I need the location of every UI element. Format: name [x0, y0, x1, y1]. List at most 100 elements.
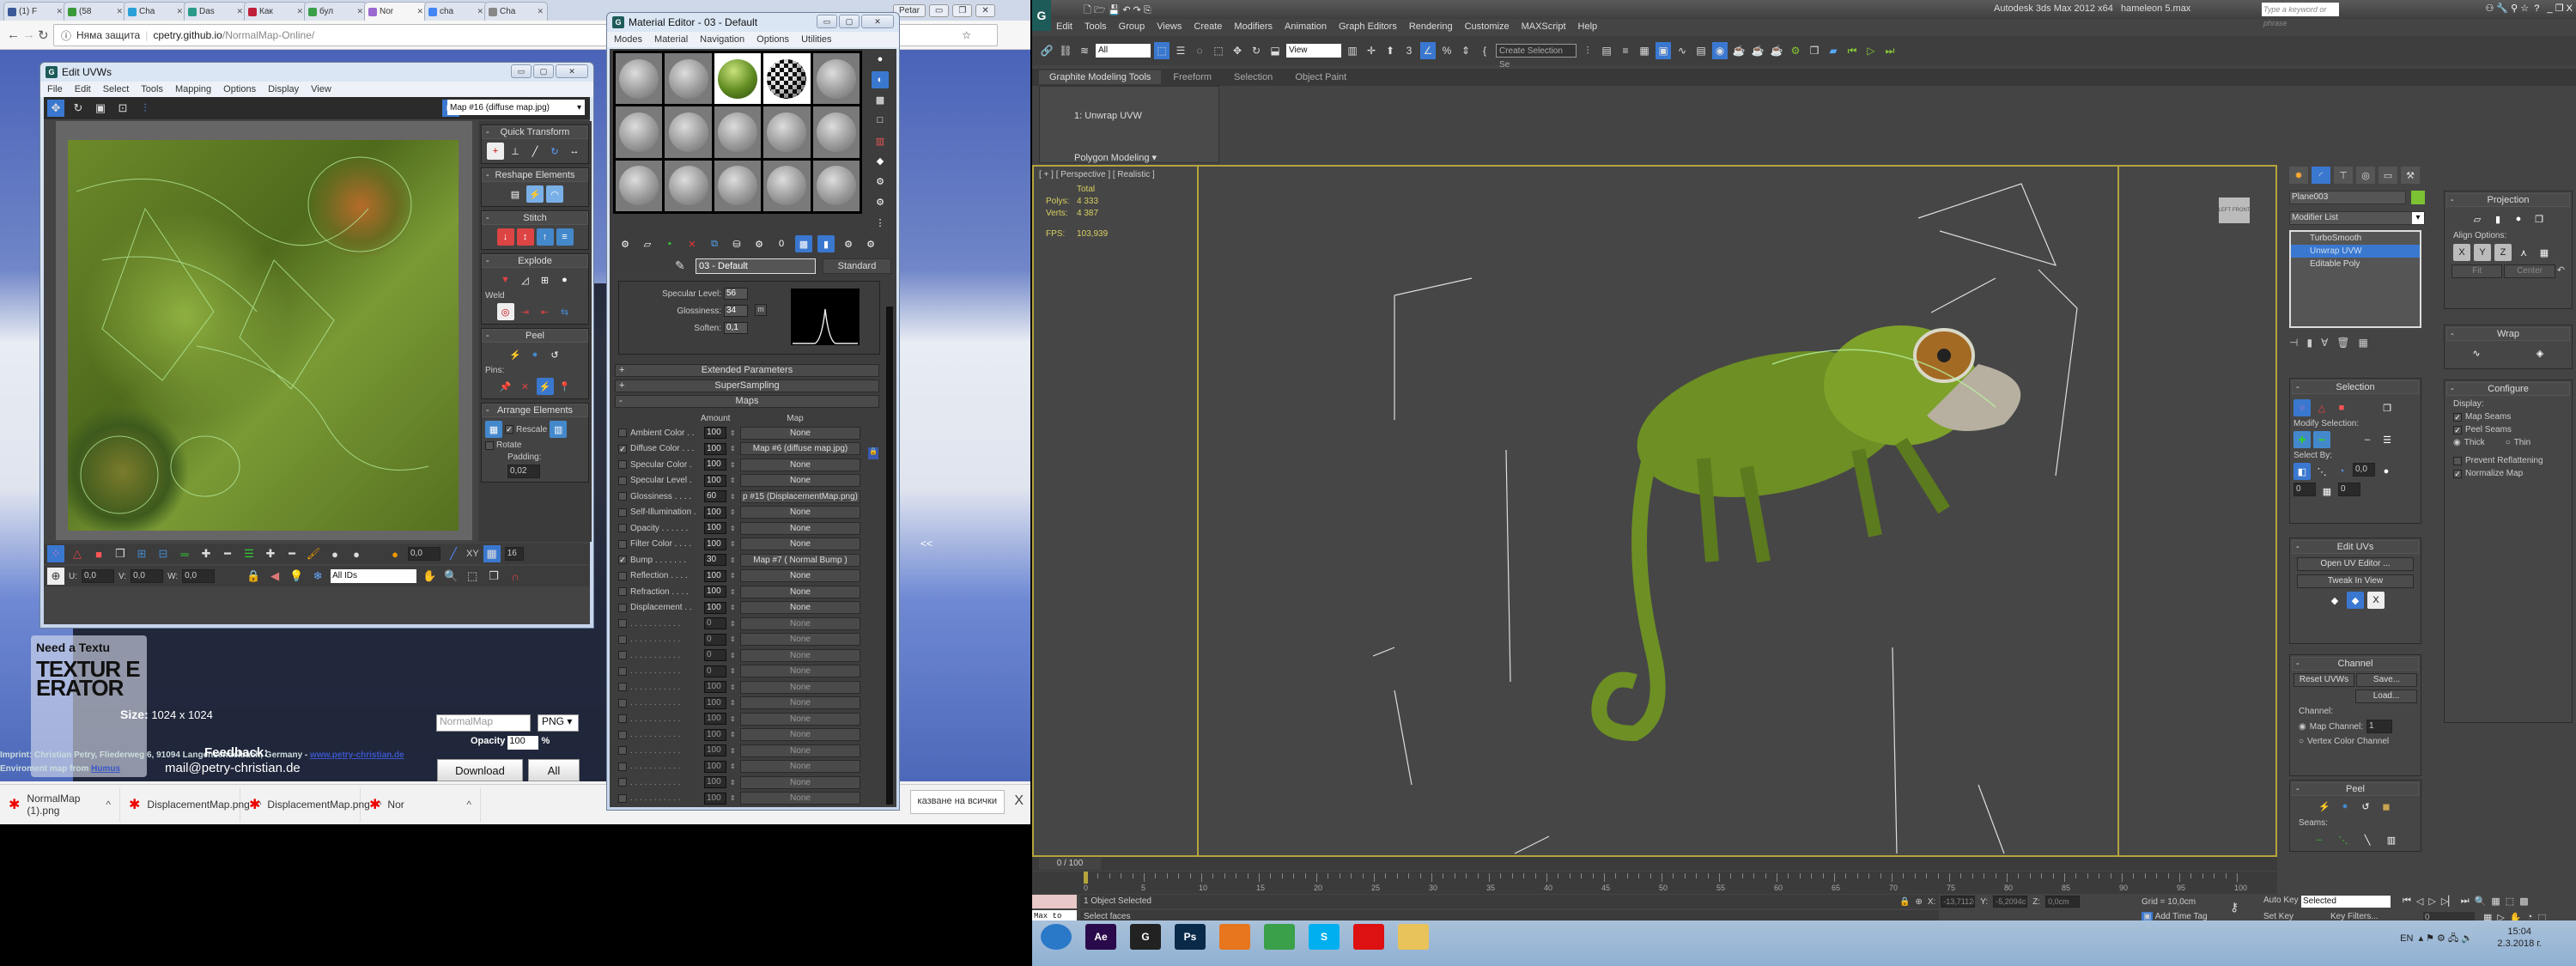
material-slot[interactable] — [616, 106, 663, 158]
face-mode-icon[interactable]: ■ — [90, 545, 107, 562]
map-enable-checkbox[interactable] — [618, 539, 627, 549]
infocenter-search[interactable]: Type a keyword or phrase — [2262, 3, 2339, 27]
prevent-reflattening-checkbox[interactable] — [2453, 456, 2462, 465]
align-icon[interactable]: ⊥ — [507, 143, 524, 160]
map-amount-spinner[interactable]: 100 — [704, 586, 726, 598]
spinner-arrows-icon[interactable]: ⇕ — [730, 747, 737, 755]
normalize-map-checkbox[interactable]: ✓ — [2453, 469, 2462, 478]
map-enable-checkbox[interactable] — [618, 507, 627, 517]
show-end-result-icon[interactable]: ▮ — [2306, 337, 2312, 354]
shrink-icon[interactable]: ━ — [2313, 431, 2330, 448]
ring-grow-icon[interactable]: ✚ — [262, 545, 279, 562]
peel-seams-checkbox[interactable]: ✓ — [2453, 425, 2462, 434]
planar-angle-icon[interactable]: ◔ — [2333, 463, 2350, 480]
feedback-email[interactable]: mail@petry-christian.de — [165, 761, 301, 775]
auto-key-button[interactable]: Auto Key — [2263, 896, 2299, 905]
menu-views[interactable]: Views — [1157, 21, 1182, 32]
edit-seams-icon[interactable]: ┄ — [2311, 831, 2328, 848]
texture-map-dropdown[interactable]: Map #16 (diffuse map.jpg) ▾ — [447, 100, 585, 115]
ribbon-tab-graphite-modeling-tools[interactable]: Graphite Modeling Tools — [1039, 70, 1162, 84]
material-slot[interactable] — [812, 106, 860, 158]
motion-tab-icon[interactable]: ◎ — [2356, 167, 2375, 184]
ignore-backfaces-icon[interactable]: ⋱ — [2313, 463, 2330, 480]
object-color-swatch[interactable] — [2411, 191, 2425, 204]
point-to-point-seams-icon[interactable]: ⋱ — [2335, 831, 2352, 848]
show-shaded-map-icon[interactable]: ▩ — [795, 235, 812, 252]
chameleon-model[interactable] — [1591, 325, 2021, 742]
graphite-toggle-icon[interactable]: ▦ — [1637, 42, 1652, 59]
pivot-center-icon[interactable]: ▥ — [1345, 42, 1360, 59]
map-enable-checkbox[interactable] — [618, 635, 627, 644]
clock[interactable]: 15:04 2.3.2018 г. — [2497, 926, 2542, 950]
weld-selected-icon[interactable]: ⇥ — [517, 303, 534, 320]
map-amount-spinner[interactable]: 0 — [704, 665, 726, 677]
physx-play-icon[interactable]: ▷ — [1863, 42, 1879, 59]
load-uvws-button[interactable]: Load... — [2355, 690, 2417, 703]
select-manipulate-icon[interactable]: ✛ — [1364, 42, 1379, 59]
stitch-source-icon[interactable]: ↓ — [496, 228, 514, 246]
menu-customize[interactable]: Customize — [1465, 21, 1510, 32]
align-z-button[interactable]: Z — [2494, 244, 2512, 261]
material-slot[interactable] — [763, 160, 811, 211]
material-editor-icon[interactable]: ◉ — [1712, 42, 1728, 59]
previous-frame-icon[interactable]: ◁ — [2416, 896, 2423, 907]
shrink-selection-icon[interactable]: ⊟ — [155, 545, 172, 562]
menu-modifiers[interactable]: Modifiers — [1234, 21, 1273, 32]
material-navigator-icon[interactable]: ⋮ — [872, 214, 889, 231]
rendered-frame-icon[interactable]: ☕ — [1750, 42, 1765, 59]
spinner-arrows-icon[interactable]: ⇕ — [730, 794, 737, 802]
time-slider[interactable]: 0 / 100 — [1032, 857, 2277, 871]
map-slot-button[interactable]: None — [740, 760, 860, 774]
material-slot[interactable] — [714, 160, 762, 211]
element-mode-icon[interactable]: ❒ — [112, 545, 129, 562]
y-coordinate-field[interactable]: -5,2094cm — [1993, 896, 2028, 908]
modifier-list-dropdown[interactable]: Modifier List — [2289, 211, 2425, 225]
back-icon[interactable]: ← — [7, 27, 20, 42]
space-horizontal-icon[interactable]: ↔ — [566, 143, 583, 160]
tweak-in-view-button[interactable]: Tweak In View — [2297, 574, 2414, 588]
material-slot[interactable] — [763, 106, 811, 158]
spinner-arrows-icon[interactable]: ⇕ — [730, 493, 737, 501]
collapse-panel-button[interactable]: << — [920, 538, 933, 550]
percent-snap-icon[interactable]: % — [1439, 42, 1455, 59]
select-by-name-icon[interactable]: ☰ — [1173, 42, 1188, 59]
quick-planar-map-icon[interactable]: ◆ — [2326, 592, 2343, 609]
map-enable-checkbox[interactable] — [618, 762, 627, 771]
download-menu-icon[interactable]: ^ — [106, 799, 111, 811]
hide-icon[interactable]: ◀ — [266, 568, 283, 585]
key-mode-dropdown[interactable]: Selected — [2301, 896, 2391, 908]
pelt-map-icon[interactable]: ◼ — [2378, 798, 2395, 815]
render-setup-icon[interactable]: ☕ — [1731, 42, 1747, 59]
quick-peel-icon[interactable]: ⚡ — [507, 346, 524, 363]
grid-snap-icon[interactable]: ▦ — [483, 545, 501, 562]
map-enable-checkbox[interactable] — [618, 714, 627, 724]
material-type-button[interactable]: Standard — [823, 258, 891, 274]
weld-threshold-icon[interactable]: ◎ — [496, 303, 514, 320]
physx-eraser-icon[interactable]: ▰ — [1826, 42, 1841, 59]
snaps-toggle-icon[interactable]: 3 — [1401, 42, 1417, 59]
spinner-arrows-icon[interactable]: ⇕ — [730, 715, 737, 723]
star-icon[interactable]: ☆ — [962, 29, 971, 41]
render-production-icon[interactable]: ☕ — [1769, 42, 1784, 59]
taskbar-3dsmax[interactable]: G — [1130, 924, 1161, 950]
menu-options[interactable]: Options — [223, 84, 256, 94]
uv-wireframe[interactable] — [68, 140, 459, 531]
material-slot[interactable] — [616, 160, 663, 211]
map-seams-checkbox[interactable]: ✓ — [2453, 412, 2462, 422]
glossiness-spinner[interactable]: 34 — [724, 305, 748, 317]
u-spinner[interactable]: 0,0 — [82, 569, 114, 583]
soft-selection-spinner[interactable]: 0,0 — [408, 547, 440, 561]
ring-icon[interactable]: ☰ — [2379, 431, 2396, 448]
browser-tab[interactable]: Cha ✕ — [484, 2, 548, 21]
bind-space-warp-icon[interactable]: ≋ — [1077, 42, 1092, 59]
snap-icon[interactable]: ∩ — [507, 568, 524, 585]
spinner-arrows-icon[interactable]: ⇕ — [730, 699, 737, 707]
menu-file[interactable]: File — [47, 84, 63, 94]
mirror-icon[interactable]: ⫶ — [1580, 42, 1595, 59]
material-slot[interactable] — [714, 106, 762, 158]
map-enable-checkbox[interactable] — [618, 778, 627, 787]
xy-space-label[interactable]: XY — [466, 549, 479, 559]
zoom-extents-icon[interactable]: ⬚ — [2506, 896, 2514, 907]
material-slot[interactable] — [665, 160, 712, 211]
menu-group[interactable]: Group — [1119, 21, 1145, 32]
